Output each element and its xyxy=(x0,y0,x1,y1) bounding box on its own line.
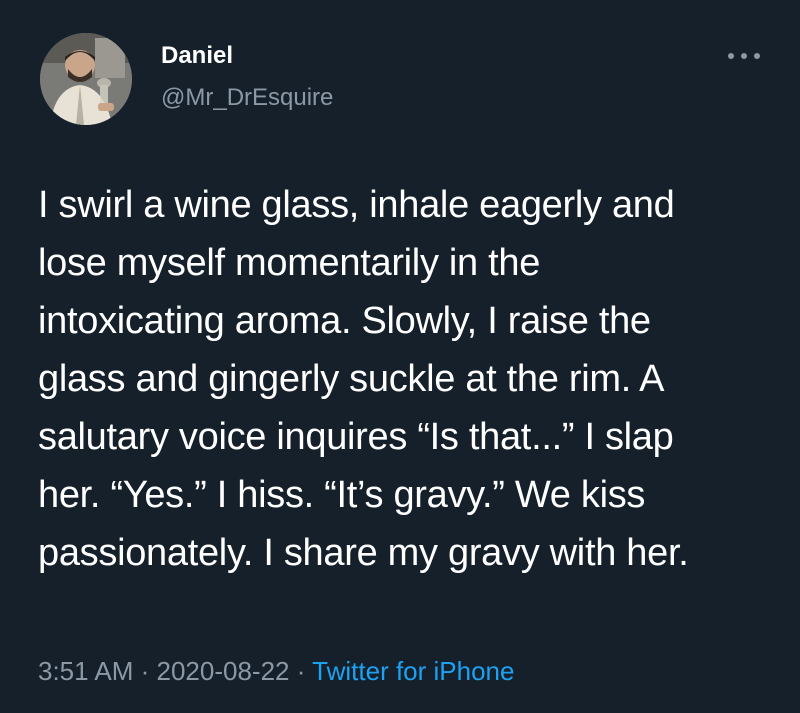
dot xyxy=(754,53,760,59)
tweet-text-line: I swirl a wine glass, inhale eagerly and xyxy=(38,184,675,226)
tweet-text-line: salutary voice inquires “Is that...” I s… xyxy=(38,416,674,458)
meta-separator: · xyxy=(289,656,313,686)
tweet-meta: 3:51 AM · 2020-08-22 · Twitter for iPhon… xyxy=(38,655,514,687)
tweet-text-line: passionately. I share my gravy with her. xyxy=(38,532,689,574)
tweet-text-line: lose myself momentarily in the xyxy=(38,242,541,284)
tweet-text: I swirl a wine glass, inhale eagerly and… xyxy=(38,176,778,582)
tweet-text-line: glass and gingerly suckle at the rim. A xyxy=(38,358,665,400)
user-avatar-icon[interactable] xyxy=(40,33,132,125)
tweet-date[interactable]: 2020-08-22 xyxy=(157,656,290,686)
more-options-icon[interactable] xyxy=(728,48,760,64)
user-handle[interactable]: @Mr_DrEsquire xyxy=(161,83,333,113)
tweet-time[interactable]: 3:51 AM xyxy=(38,656,133,686)
dot xyxy=(741,53,747,59)
display-name[interactable]: Daniel xyxy=(161,41,233,71)
tweet-text-line: intoxicating aroma. Slowly, I raise the xyxy=(38,300,651,342)
tweet-source-link[interactable]: Twitter for iPhone xyxy=(312,656,514,686)
tweet-text-line: her. “Yes.” I hiss. “It’s gravy.” We kis… xyxy=(38,474,646,516)
meta-separator: · xyxy=(133,656,157,686)
tweet-card: Daniel @Mr_DrEsquire I swirl a wine glas… xyxy=(0,0,800,713)
dot xyxy=(728,53,734,59)
